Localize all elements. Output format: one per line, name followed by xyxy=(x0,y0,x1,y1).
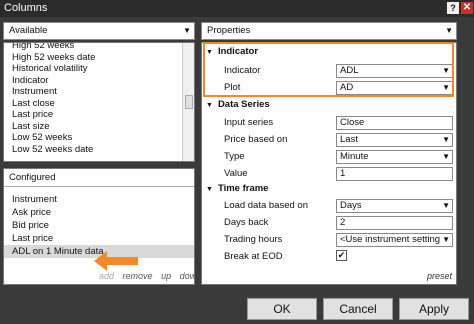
trading-hours-label: Trading hours xyxy=(224,234,283,245)
chevron-down-icon: ▼ xyxy=(442,152,450,161)
close-icon[interactable]: ✕ xyxy=(461,2,473,14)
configured-list[interactable]: Instrument Ask price Bid price Last pric… xyxy=(4,187,194,258)
configured-panel: Configured Instrument Ask price Bid pric… xyxy=(3,168,195,285)
chevron-down-icon: ▼ xyxy=(183,26,191,35)
indicator-highlight-box xyxy=(203,42,454,97)
arrow-left-icon xyxy=(94,251,138,271)
scroll-thumb[interactable] xyxy=(185,95,193,109)
break-eod-label: Break at EOD xyxy=(224,251,283,262)
input-series-label: Input series xyxy=(224,117,274,128)
available-combo[interactable]: Available ▼ xyxy=(3,22,195,40)
days-back-label: Days back xyxy=(224,217,269,228)
triangle-down-icon: ▼ xyxy=(206,102,213,109)
list-item[interactable]: Bid price xyxy=(4,219,194,232)
available-list[interactable]: High 52 weeks High 52 weeks date Histori… xyxy=(3,42,195,162)
load-data-label: Load data based on xyxy=(224,200,308,211)
list-item[interactable]: Ask price xyxy=(4,206,194,219)
break-eod-checkbox[interactable]: ✔ xyxy=(336,250,347,261)
data-series-section-title: Data Series xyxy=(217,99,270,110)
checkmark-icon: ✔ xyxy=(337,250,346,260)
time-frame-section-title: Time frame xyxy=(217,183,269,194)
input-series-field[interactable]: Close xyxy=(336,116,453,130)
preset-link[interactable]: preset xyxy=(427,271,452,281)
list-item[interactable]: Historical volatility xyxy=(4,63,182,75)
window-titlebar: Columns ? ✕ xyxy=(0,0,474,17)
help-icon[interactable]: ? xyxy=(447,2,459,14)
chevron-down-icon: ▼ xyxy=(441,234,450,246)
days-back-field[interactable]: 2 xyxy=(336,216,453,230)
window-title: Columns xyxy=(4,2,48,14)
type-value: Minute xyxy=(340,151,369,162)
triangle-down-icon: ▼ xyxy=(206,186,213,193)
value-label: Value xyxy=(224,168,248,179)
properties-combo-label: Properties xyxy=(207,25,251,36)
trading-hours-select[interactable]: <Use instrument setting... ▼ xyxy=(336,233,453,247)
list-item[interactable]: High 52 weeks date xyxy=(4,52,182,64)
list-item[interactable]: Low 52 weeks xyxy=(4,132,182,144)
list-item[interactable]: Instrument xyxy=(4,193,194,206)
chevron-down-icon: ▼ xyxy=(445,26,453,35)
price-based-select[interactable]: Last ▼ xyxy=(336,133,453,147)
data-series-section-header[interactable]: ▼ Data Series xyxy=(206,99,270,110)
configured-header: Configured xyxy=(4,169,194,187)
properties-combo[interactable]: Properties ▼ xyxy=(201,22,457,40)
input-series-value: Close xyxy=(340,117,365,128)
list-item[interactable]: Last price xyxy=(4,109,182,121)
list-item[interactable]: Low 52 weeks date xyxy=(4,144,182,156)
price-based-label: Price based on xyxy=(224,134,288,145)
down-link[interactable]: down xyxy=(180,271,194,281)
type-select[interactable]: Minute ▼ xyxy=(336,150,453,164)
value-field[interactable]: 1 xyxy=(336,167,453,181)
time-frame-section-header[interactable]: ▼ Time frame xyxy=(206,183,268,194)
trading-hours-value: <Use instrument setting... xyxy=(340,234,448,245)
cancel-button[interactable]: Cancel xyxy=(323,298,393,320)
chevron-down-icon: ▼ xyxy=(442,201,450,210)
properties-panel: ▼ Indicator Indicator ADL ▼ Plot AD ▼ ▼ Da… xyxy=(201,42,457,285)
add-link[interactable]: add xyxy=(99,271,114,281)
days-back-value: 2 xyxy=(340,217,346,228)
chevron-down-icon: ▼ xyxy=(442,135,450,144)
list-item[interactable]: High 52 weeks xyxy=(4,43,182,52)
apply-button[interactable]: Apply xyxy=(399,298,469,320)
up-link[interactable]: up xyxy=(161,271,171,281)
type-label: Type xyxy=(224,151,245,162)
available-scrollbar[interactable] xyxy=(182,43,194,161)
list-item[interactable]: Last close xyxy=(4,98,182,110)
configured-actions: add remove up down xyxy=(99,271,194,281)
available-combo-label: Available xyxy=(9,25,48,36)
list-item[interactable]: Instrument xyxy=(4,86,182,98)
value-value: 1 xyxy=(340,168,346,179)
list-item[interactable]: Indicator xyxy=(4,75,182,87)
load-data-select[interactable]: Days ▼ xyxy=(336,199,453,213)
remove-link[interactable]: remove xyxy=(123,271,153,281)
price-based-value: Last xyxy=(340,134,358,145)
ok-button[interactable]: OK xyxy=(247,298,317,320)
list-item[interactable]: Last size xyxy=(4,121,182,133)
list-item[interactable]: Last price xyxy=(4,232,194,245)
load-data-value: Days xyxy=(340,200,362,211)
